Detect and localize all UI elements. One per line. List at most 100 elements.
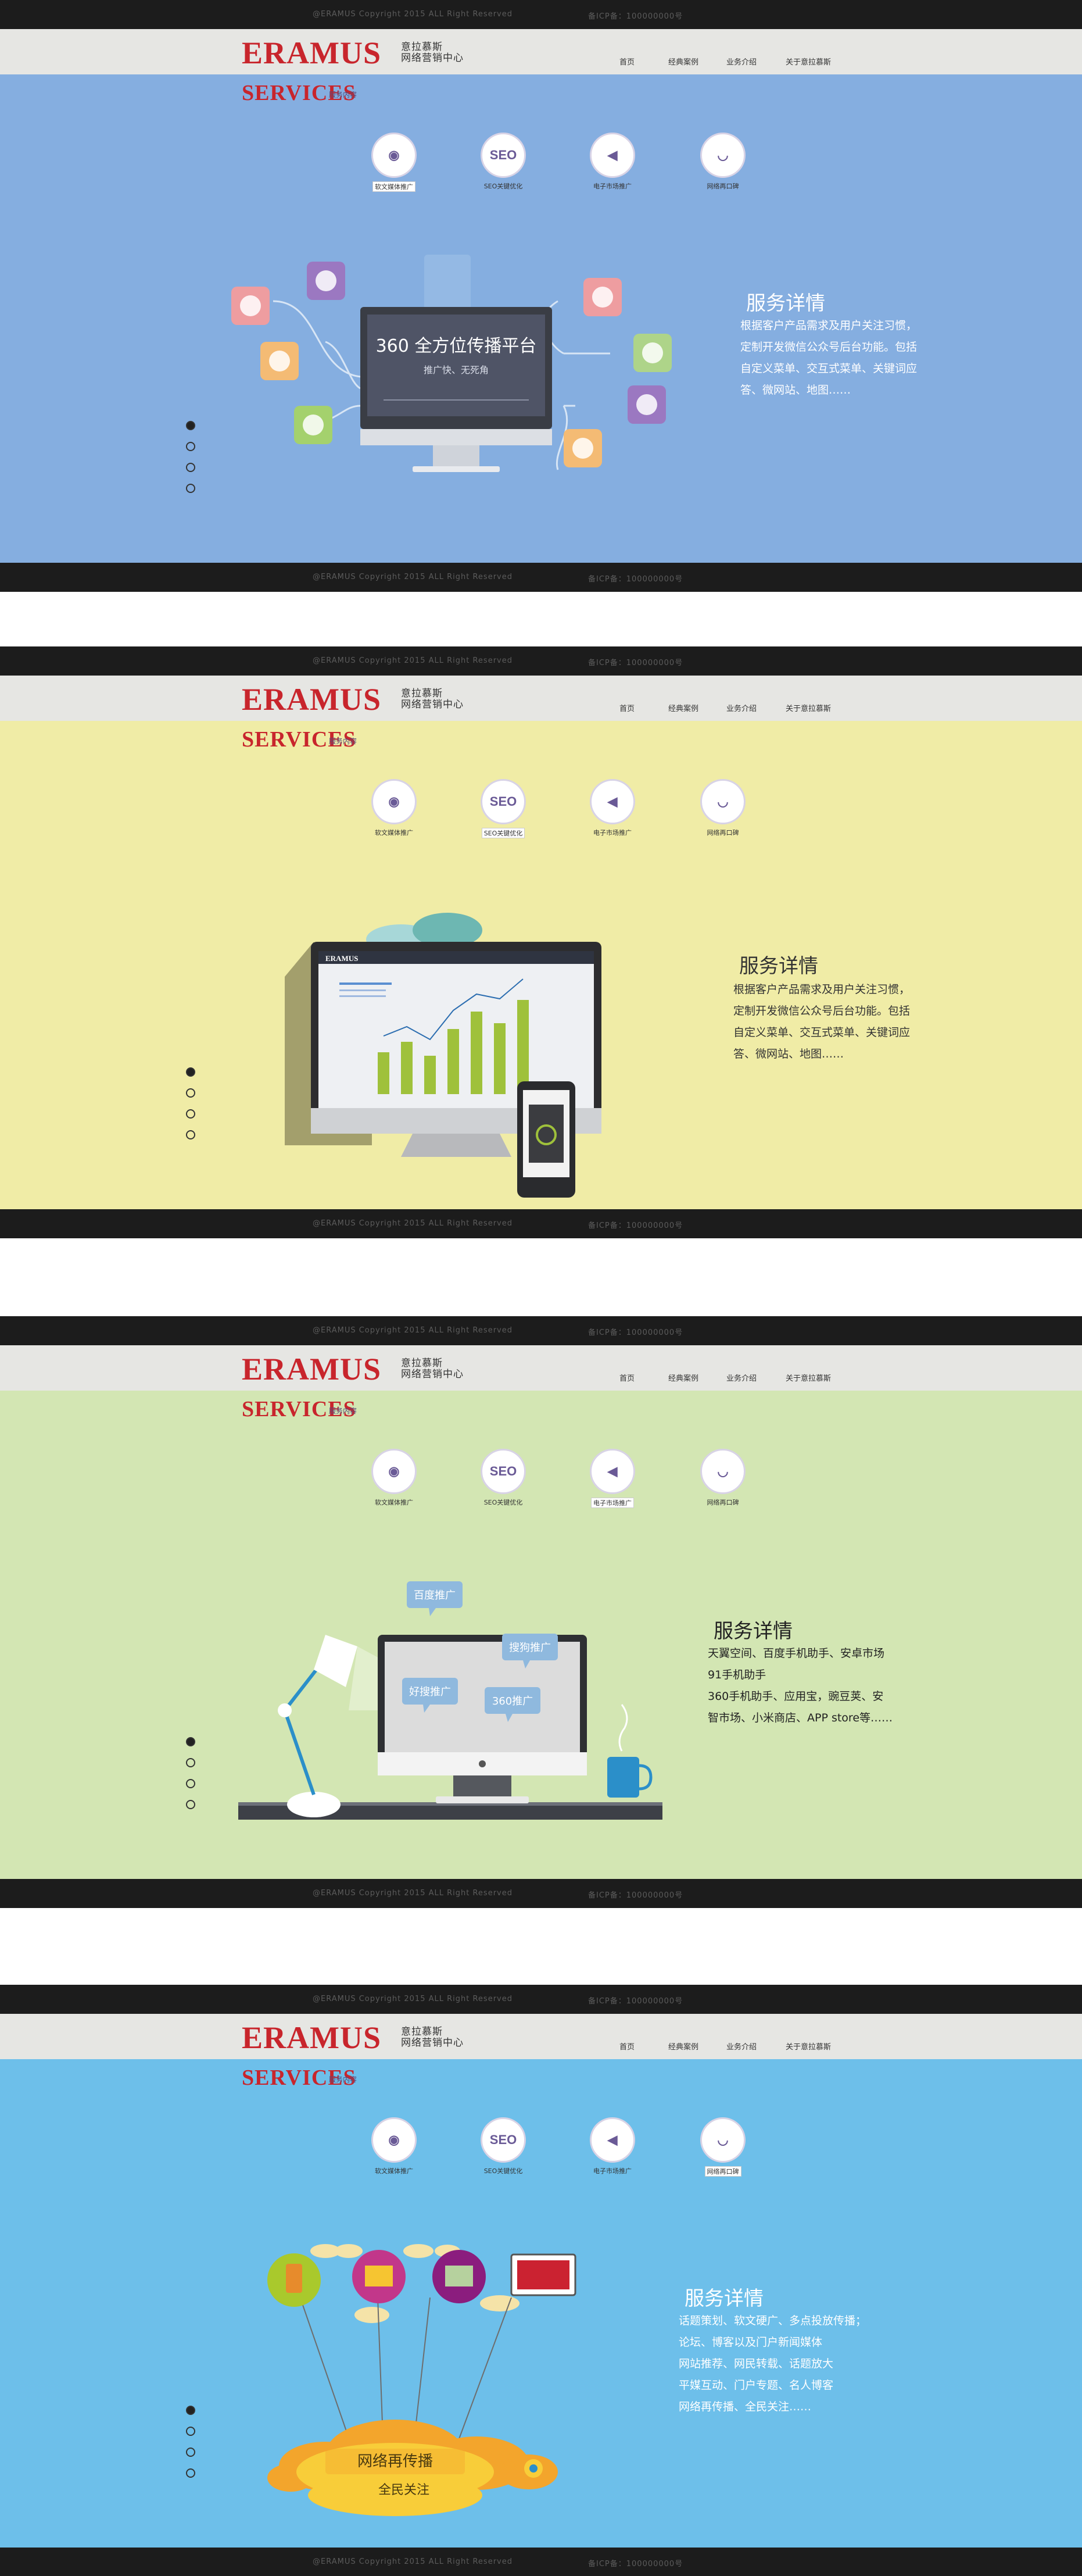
header: ERAMUS 意拉慕斯 网络营销中心 首页 经典案例 业务介绍 关于意拉慕斯 xyxy=(0,1345,1082,1391)
nav-business[interactable]: 业务介绍 xyxy=(726,2041,757,2052)
nav-about[interactable]: 关于意拉慕斯 xyxy=(786,702,831,713)
slide-dot-4[interactable] xyxy=(186,1130,195,1139)
slide-dot-3[interactable] xyxy=(186,1109,195,1119)
logo[interactable]: ERAMUS xyxy=(242,37,381,69)
slide-dot-1[interactable] xyxy=(186,1737,195,1746)
logo[interactable]: ERAMUS xyxy=(242,2022,381,2053)
service-item-softad[interactable]: ◉ 软文媒体推广 xyxy=(365,2117,423,2175)
service-item-softad[interactable]: ◉ 软文媒体推广 xyxy=(365,779,423,837)
megaphone-icon: ◀ xyxy=(590,133,635,178)
slide-dot-2[interactable] xyxy=(186,2427,195,2436)
footer-bar: @ERAMUS Copyright 2015 ALL Right Reserve… xyxy=(0,1879,1082,1908)
slide-4: @ERAMUS Copyright 2015 ALL Right Reserve… xyxy=(0,1985,1082,2576)
svg-text:好搜推广: 好搜推广 xyxy=(409,1686,451,1698)
top-bar: @ERAMUS Copyright 2015 ALL Right Reserve… xyxy=(0,1985,1082,2014)
nav-home[interactable]: 首页 xyxy=(619,1372,635,1383)
logo-cn: 意拉慕斯 网络营销中心 xyxy=(401,41,464,64)
slide-dot-3[interactable] xyxy=(186,1779,195,1788)
cloud-title: 网络再传播 xyxy=(357,2453,433,2470)
analytics-illustration: ERAMUS xyxy=(285,913,601,1198)
slide-content: SERVICES 服务内容 ◉ 软文媒体推广 SEO SEO关键优化 ◀ 电子市场推广… xyxy=(0,74,1082,563)
service-item-word[interactable]: ◡ 网络再口碑 xyxy=(694,133,752,191)
slide-dot-2[interactable] xyxy=(186,442,195,451)
slide-content: SERVICES 服务内容 ◉ 软文媒体推广 SEO SEO关键优化 ◀ 电子市场推广… xyxy=(0,2059,1082,2548)
service-item-market[interactable]: ◀ 电子市场推广 xyxy=(583,2117,642,2175)
megaphone-bubble-icon: ◉ xyxy=(371,133,417,178)
nav-about[interactable]: 关于意拉慕斯 xyxy=(786,2041,831,2052)
footer-bar: @ERAMUS Copyright 2015 ALL Right Reserve… xyxy=(0,563,1082,592)
services-sub: 服务内容 xyxy=(329,1407,357,1415)
slide-dot-3[interactable] xyxy=(186,463,195,472)
service-item-softad[interactable]: ◉ 软文媒体推广 xyxy=(365,1449,423,1507)
service-item-softad[interactable]: ◉ 软文媒体推广 xyxy=(365,133,423,192)
nav-cases[interactable]: 经典案例 xyxy=(668,702,698,713)
logo-cn: 意拉慕斯 网络营销中心 xyxy=(401,688,464,710)
desk-illustration: 百度推广 搜狗推广 好搜推广 360推广 xyxy=(238,1581,662,1820)
seo-icon: SEO xyxy=(481,779,526,824)
service-item-word[interactable]: ◡ 网络再口碑 xyxy=(694,779,752,837)
logo-cn: 意拉慕斯 网络营销中心 xyxy=(401,1357,464,1380)
nav-business[interactable]: 业务介绍 xyxy=(726,702,757,713)
nav-business[interactable]: 业务介绍 xyxy=(726,56,757,67)
service-item-market[interactable]: ◀ 电子市场推广 xyxy=(583,779,642,837)
logo[interactable]: ERAMUS xyxy=(242,684,381,715)
megaphone-bubble-icon: ◉ xyxy=(371,779,417,824)
lips-icon: ◡ xyxy=(700,2117,746,2163)
megaphone-icon: ◀ xyxy=(590,2117,635,2163)
svg-text:百度推广: 百度推广 xyxy=(414,1589,456,1602)
detail-title: 服务详情 xyxy=(739,955,818,978)
slide-2: @ERAMUS Copyright 2015 ALL Right Reserve… xyxy=(0,646,1082,1242)
cloud-sub: 全民关注 xyxy=(378,2483,429,2498)
seo-icon: SEO xyxy=(481,133,526,178)
service-item-seo[interactable]: SEO SEO关键优化 xyxy=(474,2117,532,2175)
screen-sub: 推广快、无死角 xyxy=(424,365,489,376)
nav-about[interactable]: 关于意拉慕斯 xyxy=(786,1372,831,1383)
service-item-word[interactable]: ◡ 网络再口碑 xyxy=(694,1449,752,1507)
logo[interactable]: ERAMUS xyxy=(242,1353,381,1385)
detail-text: 根据客户产品需求及用户关注习惯， 定制开发微信公众号后台功能。包括 自定义菜单、… xyxy=(740,319,918,396)
services-sub: 服务内容 xyxy=(329,2075,357,2084)
nav-home[interactable]: 首页 xyxy=(619,56,635,67)
detail-text: 根据客户产品需求及用户关注习惯， 定制开发微信公众号后台功能。包括 自定义菜单、… xyxy=(733,983,911,1060)
slide-dot-1[interactable] xyxy=(186,1067,195,1077)
slide-dot-4[interactable] xyxy=(186,2468,195,2478)
header: ERAMUS 意拉慕斯 网络营销中心 首页 经典案例 业务介绍 关于意拉慕斯 xyxy=(0,676,1082,721)
services-sub: 服务内容 xyxy=(329,91,357,99)
slide-dot-4[interactable] xyxy=(186,1800,195,1809)
slide-dot-1[interactable] xyxy=(186,2406,195,2415)
service-item-seo[interactable]: SEO SEO关键优化 xyxy=(474,779,532,838)
screen-title: 360 全方位传播平台 xyxy=(376,336,537,356)
nav-cases[interactable]: 经典案例 xyxy=(668,1372,698,1383)
detail-title: 服务详情 xyxy=(746,292,825,315)
nav-home[interactable]: 首页 xyxy=(619,702,635,713)
service-item-seo[interactable]: SEO SEO关键优化 xyxy=(474,133,532,191)
nav-business[interactable]: 业务介绍 xyxy=(726,1372,757,1383)
slide-dots xyxy=(186,2406,195,2489)
service-item-market[interactable]: ◀ 电子市场推广 xyxy=(583,1449,642,1508)
slide-dot-2[interactable] xyxy=(186,1088,195,1098)
detail-title: 服务详情 xyxy=(714,1620,793,1643)
icp-text: 备ICP备：100000000号 xyxy=(588,12,683,21)
svg-text:搜狗推广: 搜狗推广 xyxy=(509,1642,551,1654)
slide-dots xyxy=(186,1067,195,1151)
nav-cases[interactable]: 经典案例 xyxy=(668,2041,698,2052)
seo-icon: SEO xyxy=(481,2117,526,2163)
slide-dot-3[interactable] xyxy=(186,2448,195,2457)
slide-dot-4[interactable] xyxy=(186,484,195,493)
header: ERAMUS 意拉慕斯 网络营销中心 首页 经典案例 业务介绍 关于意拉慕斯 xyxy=(0,2014,1082,2059)
slide-content: SERVICES 服务内容 ◉ 软文媒体推广 SEO SEO关键优化 ◀ 电子市场推广… xyxy=(0,721,1082,1209)
service-item-word[interactable]: ◡ 网络再口碑 xyxy=(694,2117,752,2177)
slide-dots xyxy=(186,421,195,505)
nav-cases[interactable]: 经典案例 xyxy=(668,56,698,67)
nav-about[interactable]: 关于意拉慕斯 xyxy=(786,56,831,67)
slide-dot-2[interactable] xyxy=(186,1758,195,1767)
lips-icon: ◡ xyxy=(700,133,746,178)
slide-1: @ERAMUS Copyright 2015 ALL Right Reserve… xyxy=(0,0,1082,595)
logo-cn: 意拉慕斯 网络营销中心 xyxy=(401,2026,464,2049)
slide-dot-1[interactable] xyxy=(186,421,195,430)
copyright-text: @ERAMUS Copyright 2015 ALL Right Reserve… xyxy=(313,10,513,19)
service-item-market[interactable]: ◀ 电子市场推广 xyxy=(583,133,642,191)
nav-home[interactable]: 首页 xyxy=(619,2041,635,2052)
service-item-seo[interactable]: SEO SEO关键优化 xyxy=(474,1449,532,1507)
footer-bar: @ERAMUS Copyright 2015 ALL Right Reserve… xyxy=(0,2548,1082,2576)
